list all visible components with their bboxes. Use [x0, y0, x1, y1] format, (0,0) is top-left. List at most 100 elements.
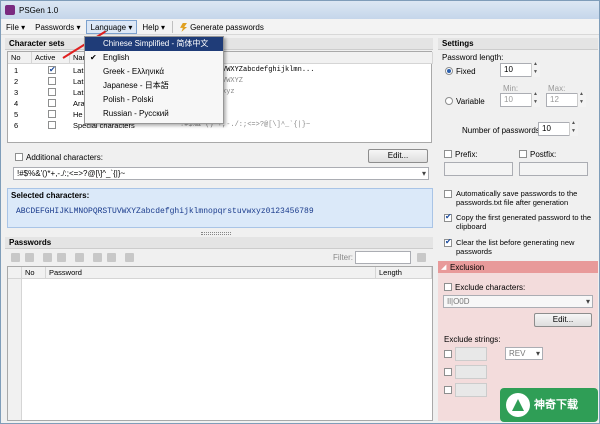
max-label: Max:: [548, 84, 566, 93]
row-header-strip: [8, 279, 22, 420]
filter-label: Filter:: [333, 253, 353, 262]
watermark-badge: 神奇下载: [500, 388, 598, 422]
menu-language[interactable]: Language ▾: [85, 19, 138, 34]
col-pw-no[interactable]: No: [22, 267, 46, 279]
variable-radio[interactable]: [445, 97, 453, 105]
row-no: 1: [14, 66, 19, 75]
clear-label: Clear the list before generating new pas…: [456, 238, 575, 256]
menu-help[interactable]: Help ▾: [137, 20, 170, 34]
postfix-label: Postfix:: [530, 150, 557, 159]
exclude-chars-checkbox[interactable]: [444, 283, 452, 291]
settings-header: Settings: [438, 38, 598, 50]
app-window: PSGen 1.0 File ▾ Passwords ▾ Language ▾ …: [0, 0, 600, 424]
row-name: Lat: [73, 77, 84, 86]
language-option-label: Greek - Ελληνικά: [103, 67, 164, 76]
star-icon[interactable]: [125, 253, 134, 262]
menu-file[interactable]: File ▾: [1, 20, 30, 34]
exclusion-edit-button[interactable]: Edit...: [534, 313, 592, 327]
edit-label: Edit...: [552, 315, 574, 324]
additional-chars-checkbox[interactable]: [15, 153, 23, 161]
watermark-text: 神奇下载: [534, 399, 578, 411]
postfix-input[interactable]: [519, 162, 588, 176]
grid-view-icon[interactable]: [11, 253, 20, 262]
exclude-string-checkbox-1[interactable]: [444, 350, 452, 358]
row-active-checkbox[interactable]: [48, 77, 56, 85]
col-no[interactable]: No: [8, 52, 32, 64]
menu-file-label: File: [6, 22, 19, 32]
fixed-radio[interactable]: [445, 67, 453, 75]
row-active-checkbox[interactable]: [48, 88, 56, 96]
menu-passwords[interactable]: Passwords ▾: [30, 20, 85, 34]
language-option[interactable]: Japanese - 日本語: [85, 79, 223, 93]
copy-icon[interactable]: [75, 253, 84, 262]
menu-passwords-label: Passwords: [35, 22, 75, 32]
save-icon[interactable]: [93, 253, 102, 262]
print-icon[interactable]: [107, 253, 116, 262]
filter-icon[interactable]: [417, 253, 426, 262]
window-title: PSGen 1.0: [19, 5, 59, 15]
min-label: Min:: [503, 84, 519, 93]
language-dropdown: Chinese Simplified - 简体中文 ✔ English Greek -…: [84, 36, 224, 124]
row-no: 3: [14, 88, 19, 97]
clear-checkbox[interactable]: ✔: [444, 237, 452, 247]
prefix-checkbox[interactable]: [444, 150, 452, 158]
language-option[interactable]: Russian - Русский: [85, 107, 223, 121]
row-name: Ara: [73, 99, 85, 108]
exclude-string-input-1[interactable]: [455, 347, 487, 361]
check-icon: ✔: [90, 53, 97, 62]
list-view-icon[interactable]: [25, 253, 34, 262]
row-name: He: [73, 110, 83, 119]
language-option[interactable]: Greek - Ελληνικά: [85, 65, 223, 79]
min-spinner[interactable]: [531, 91, 540, 107]
language-option-label: Russian - Русский: [103, 109, 169, 118]
exclude-string-input-2[interactable]: [455, 365, 487, 379]
menu-bar: File ▾ Passwords ▾ Language ▾ Help ▾ Gen…: [1, 19, 599, 35]
splitter-grip[interactable]: [201, 232, 231, 235]
additional-edit-button[interactable]: Edit...: [368, 149, 428, 163]
exclude-string-mode-1[interactable]: REV: [505, 347, 543, 360]
count-spinner[interactable]: [569, 120, 578, 136]
collapse-icon[interactable]: ◢: [441, 263, 446, 271]
exclusion-header-bar: ◢ Exclusion: [438, 261, 598, 273]
autosave-checkbox[interactable]: [444, 190, 452, 198]
exclusion-header: Exclusion: [450, 263, 485, 272]
generate-passwords-button[interactable]: Generate passwords: [175, 20, 269, 34]
filter-input[interactable]: [355, 251, 411, 264]
additional-chars-input[interactable]: !#$%&'()*+,-./:;<=>?@[\]^_`{|}~: [13, 167, 429, 180]
row-active-checkbox[interactable]: [48, 121, 56, 129]
watermark-logo-icon: [506, 393, 530, 417]
exclude-chars-label: Exclude characters:: [455, 283, 526, 292]
selected-chars-value: ABCDEFGHIJKLMNOPQRSTUVWXYZabcdefghijklmn…: [16, 207, 314, 216]
row-active-checkbox[interactable]: ✔: [48, 65, 56, 74]
menu-separator: [172, 20, 174, 33]
menu-help-label: Help: [142, 22, 159, 32]
prefix-label: Prefix:: [455, 150, 478, 159]
language-option-label: Chinese Simplified - 简体中文: [103, 39, 209, 48]
language-option[interactable]: Polish - Polski: [85, 93, 223, 107]
copy-checkbox[interactable]: ✔: [444, 212, 452, 222]
minus-icon[interactable]: [43, 253, 52, 262]
length-label: Password length:: [442, 53, 504, 62]
prefix-input[interactable]: [444, 162, 513, 176]
fixed-length-spinner[interactable]: [531, 61, 540, 77]
passwords-header: Passwords: [5, 237, 433, 249]
title-bar: PSGen 1.0: [1, 1, 599, 19]
language-option-label: Polish - Polski: [103, 95, 154, 104]
exclude-string-input-3[interactable]: [455, 383, 487, 397]
col-length[interactable]: Length: [376, 267, 432, 279]
row-no: 6: [14, 121, 19, 130]
max-spinner[interactable]: [577, 91, 586, 107]
row-active-checkbox[interactable]: [48, 99, 56, 107]
row-active-checkbox[interactable]: [48, 110, 56, 118]
language-option[interactable]: ✔ English: [85, 51, 223, 65]
language-option[interactable]: Chinese Simplified - 简体中文: [85, 37, 223, 51]
edit-label: Edit...: [387, 151, 409, 160]
delete-x-icon[interactable]: [57, 253, 66, 262]
exclude-chars-input[interactable]: Il|O0D: [443, 295, 593, 308]
col-password[interactable]: Password: [46, 267, 376, 279]
exclude-string-checkbox-2[interactable]: [444, 368, 452, 376]
postfix-checkbox[interactable]: [519, 150, 527, 158]
exclude-string-checkbox-3[interactable]: [444, 386, 452, 394]
passwords-table: No Password Length: [7, 266, 433, 421]
selected-chars-header: Selected characters:: [11, 191, 90, 200]
